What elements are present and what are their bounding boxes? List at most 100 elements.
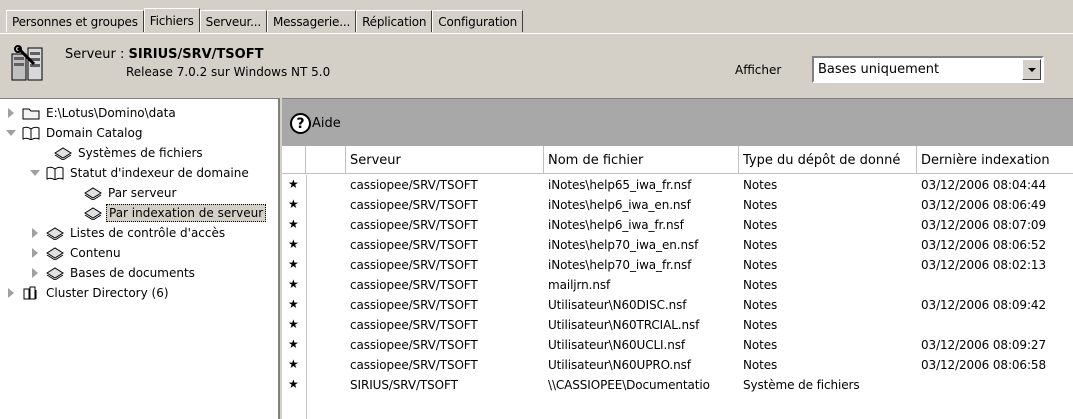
- table-row[interactable]: ★ cassiopee/SRV/TSOFT Utilisateur\N60UPRO.…: [282, 355, 1073, 375]
- cell-file: Utilisateur\N60UPRO.nsf: [548, 358, 691, 372]
- cell-server: cassiopee/SRV/TSOFT: [350, 318, 478, 332]
- server-label: Serveur :: [65, 47, 129, 62]
- cell-server: cassiopee/SRV/TSOFT: [350, 218, 478, 232]
- column-header-label: Dernière indexation: [921, 152, 1050, 168]
- cell-server: cassiopee/SRV/TSOFT: [350, 358, 478, 372]
- cell-type: Notes: [743, 238, 778, 252]
- tab-fichiers[interactable]: Fichiers: [143, 8, 200, 32]
- cell-type: Notes: [743, 258, 778, 272]
- tree-item-bases-de-documents[interactable]: Bases de documents: [30, 263, 197, 283]
- table-row[interactable]: ★ cassiopee/SRV/TSOFT iNotes\help6_iwa_en.…: [282, 195, 1073, 215]
- tree-item-data-folder[interactable]: E:\Lotus\Domino\data: [6, 103, 178, 123]
- cell-date: 03/12/2006 08:07:09: [921, 218, 1046, 232]
- table-row[interactable]: ★ cassiopee/SRV/TSOFT mailjrn.nsf Notes: [282, 275, 1073, 295]
- database-view-icon: [54, 147, 72, 160]
- cell-server: cassiopee/SRV/TSOFT: [350, 178, 478, 192]
- cell-type: Notes: [743, 318, 778, 332]
- table-row[interactable]: ★ cassiopee/SRV/TSOFT iNotes\help70_iwa_fr…: [282, 255, 1073, 275]
- column-header-serveur[interactable]: Serveur: [346, 146, 544, 174]
- table-row[interactable]: ★ cassiopee/SRV/TSOFT Utilisateur\N60TRCIA…: [282, 315, 1073, 335]
- expand-icon[interactable]: [30, 228, 40, 238]
- database-view-icon: [46, 247, 64, 260]
- cell-server: cassiopee/SRV/TSOFT: [350, 258, 478, 272]
- chevron-down-icon[interactable]: [1022, 59, 1041, 80]
- column-header-type[interactable]: Type du dépôt de donné: [739, 146, 917, 174]
- cell-date: [917, 375, 1073, 395]
- tab-configuration[interactable]: Configuration: [432, 10, 524, 32]
- cell-date: 03/12/2006 08:04:44: [921, 178, 1046, 192]
- tab-label: Fichiers: [149, 13, 194, 28]
- expand-icon[interactable]: [30, 248, 40, 258]
- tree-item-label: Contenu: [70, 246, 121, 260]
- cell-server: SIRIUS/SRV/TSOFT: [350, 378, 458, 392]
- star-icon: ★: [288, 357, 299, 371]
- cluster-icon: [23, 286, 37, 300]
- column-header-label: Nom de fichier: [548, 152, 644, 168]
- star-icon: ★: [288, 217, 299, 231]
- help-button[interactable]: ? Aide: [290, 113, 341, 134]
- database-view-icon: [46, 267, 64, 280]
- cell-date: 03/12/2006 08:02:13: [921, 258, 1046, 272]
- tab-personnes-et-groupes[interactable]: Personnes et groupes: [6, 10, 144, 32]
- expand-icon[interactable]: [6, 108, 16, 118]
- column-header-label: Type du dépôt de donné: [743, 152, 901, 168]
- cell-date: 03/12/2006 08:06:58: [921, 358, 1046, 372]
- cell-date: 03/12/2006 08:09:42: [921, 298, 1046, 312]
- table-row[interactable]: ★ cassiopee/SRV/TSOFT Utilisateur\N60UCLI.…: [282, 335, 1073, 355]
- server-title: Serveur : SIRIUS/SRV/TSOFT: [65, 47, 263, 62]
- table-row[interactable]: ★ SIRIUS/SRV/TSOFT \\CASSIOPEE\Documentati…: [282, 375, 1073, 395]
- column-header-row: Serveur Nom de fichier Type du dépôt de …: [282, 146, 1073, 174]
- filter-label: Afficher: [735, 63, 782, 77]
- filter-select[interactable]: Bases uniquement: [812, 56, 1044, 83]
- tree-item-label: Systèmes de fichiers: [78, 146, 203, 160]
- tab-messagerie[interactable]: Messagerie...: [266, 10, 357, 32]
- column-header-derniere-indexation[interactable]: Dernière indexation: [917, 146, 1073, 174]
- tree-item-par-serveur[interactable]: Par serveur: [84, 183, 178, 203]
- tree-item-contenu[interactable]: Contenu: [30, 243, 123, 263]
- cell-type: Notes: [743, 338, 778, 352]
- filter-value: Bases uniquement: [818, 62, 940, 77]
- tree-item-label: Par serveur: [108, 186, 177, 200]
- tree-item-label: Statut d'indexeur de domaine: [70, 166, 249, 180]
- cell-server: cassiopee/SRV/TSOFT: [350, 238, 478, 252]
- tree-item-statut-indexeur[interactable]: Statut d'indexeur de domaine: [30, 163, 251, 183]
- tree-item-listes-controle-acces[interactable]: Listes de contrôle d'accès: [30, 223, 227, 243]
- cell-server: cassiopee/SRV/TSOFT: [350, 298, 478, 312]
- tab-label: Serveur...: [205, 14, 262, 29]
- star-icon: ★: [288, 277, 299, 291]
- tree-item-par-indexation-de-serveur[interactable]: Par indexation de serveur: [84, 203, 267, 223]
- column-header-marker[interactable]: [282, 146, 306, 174]
- cell-server: cassiopee/SRV/TSOFT: [350, 278, 478, 292]
- book-icon: [46, 166, 64, 180]
- help-icon: ?: [290, 113, 311, 134]
- tree-item-domain-catalog[interactable]: Domain Catalog: [6, 123, 144, 143]
- tree-item-systemes-de-fichiers[interactable]: Systèmes de fichiers: [54, 143, 205, 163]
- tree-item-label: Cluster Directory (6): [46, 286, 169, 300]
- cell-date: 03/12/2006 08:06:52: [921, 238, 1046, 252]
- database-view-icon: [84, 187, 102, 200]
- cell-file: Utilisateur\N60DISC.nsf: [548, 298, 687, 312]
- table-row[interactable]: ★ cassiopee/SRV/TSOFT Utilisateur\N60DISC.…: [282, 295, 1073, 315]
- table-row[interactable]: ★ cassiopee/SRV/TSOFT iNotes\help6_iwa_fr.…: [282, 215, 1073, 235]
- expand-icon[interactable]: [6, 288, 16, 298]
- column-header-spacer[interactable]: [306, 146, 346, 174]
- window: Personnes et groupes Fichiers Serveur...…: [0, 0, 1073, 419]
- table-row[interactable]: ★ cassiopee/SRV/TSOFT iNotes\help65_iwa_fr…: [282, 175, 1073, 195]
- collapse-icon[interactable]: [6, 128, 16, 138]
- cell-file: iNotes\help6_iwa_en.nsf: [548, 198, 691, 212]
- tab-serveur[interactable]: Serveur...: [199, 10, 267, 32]
- tree-item-label: Bases de documents: [70, 266, 195, 280]
- table-row[interactable]: ★ cassiopee/SRV/TSOFT iNotes\help70_iwa_en…: [282, 235, 1073, 255]
- star-icon: ★: [288, 337, 299, 351]
- tree-item-cluster-directory[interactable]: Cluster Directory (6): [6, 283, 171, 303]
- cell-file: iNotes\help65_iwa_fr.nsf: [548, 178, 692, 192]
- collapse-icon[interactable]: [30, 168, 40, 178]
- star-icon: ★: [288, 257, 299, 271]
- expand-icon[interactable]: [30, 268, 40, 278]
- cell-date: [917, 315, 1073, 335]
- tab-replication[interactable]: Réplication: [356, 10, 433, 32]
- cell-type: Notes: [743, 278, 778, 292]
- column-header-nom-de-fichier[interactable]: Nom de fichier: [544, 146, 739, 174]
- server-icon: [11, 45, 43, 81]
- cell-file: iNotes\help6_iwa_fr.nsf: [548, 218, 684, 232]
